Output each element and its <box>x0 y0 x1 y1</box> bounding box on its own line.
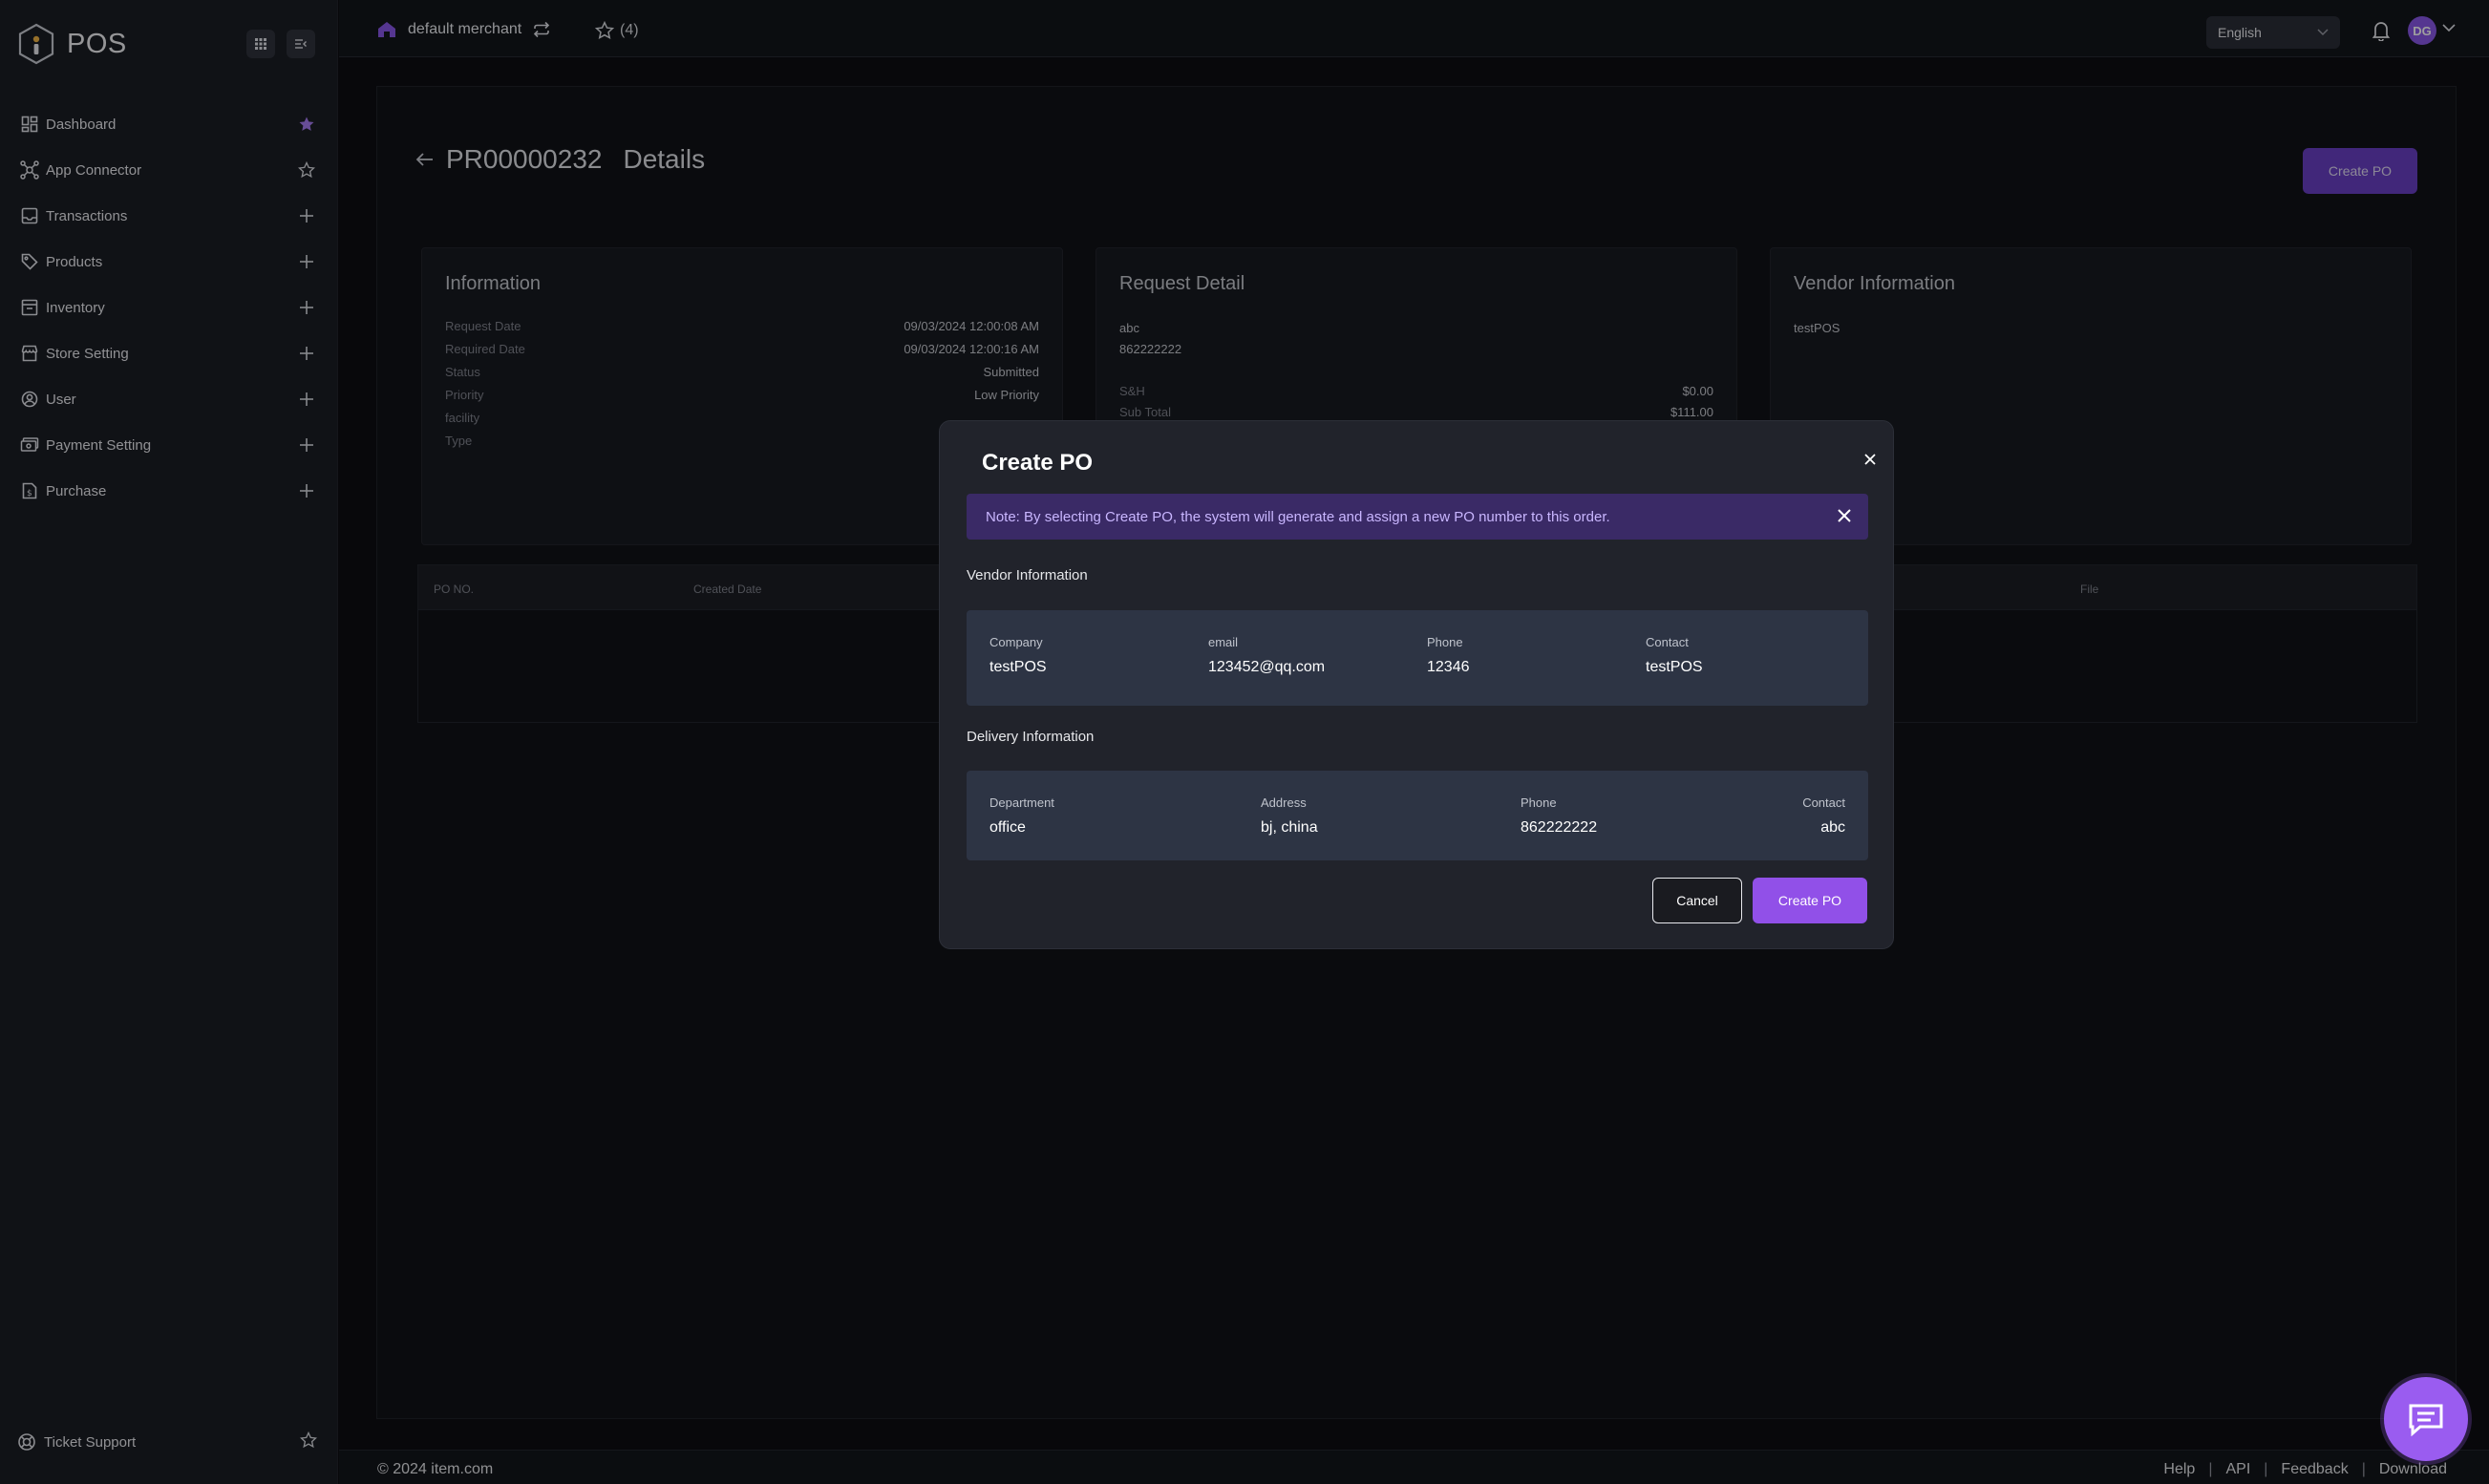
field-value: abc <box>1820 819 1845 836</box>
field-value: 12346 <box>1427 659 1470 675</box>
create-po-button[interactable]: Create PO <box>1753 878 1867 923</box>
field-label: Company <box>989 635 1043 649</box>
field-label: Address <box>1261 795 1307 810</box>
field-label: Phone <box>1427 635 1463 649</box>
modal-title: Create PO <box>982 450 1094 476</box>
create-po-modal: Create PO Note: By selecting Create PO, … <box>939 420 1894 949</box>
vendor-section-title: Vendor Information <box>967 567 1088 583</box>
field-value: testPOS <box>989 659 1047 675</box>
delivery-info-box: Department office Address bj, china Phon… <box>967 771 1868 860</box>
delivery-section-title: Delivery Information <box>967 729 1095 745</box>
field-value: 123452@qq.com <box>1208 659 1326 675</box>
delivery-department-field: Department office <box>989 795 1054 837</box>
field-value: office <box>989 819 1026 836</box>
close-icon[interactable] <box>1864 454 1876 465</box>
delivery-address-field: Address bj, china <box>1261 795 1318 837</box>
vendor-info-box: Company testPOS email 123452@qq.com Phon… <box>967 610 1868 706</box>
note-text: Note: By selecting Create PO, the system… <box>986 508 1610 525</box>
delivery-contact-field: Contact abc <box>1802 795 1845 837</box>
field-value: 862222222 <box>1521 819 1598 836</box>
field-label: email <box>1208 635 1239 649</box>
vendor-company-field: Company testPOS <box>989 635 1047 676</box>
field-value: testPOS <box>1646 659 1703 675</box>
field-value: bj, china <box>1261 819 1318 836</box>
vendor-phone-field: Phone 12346 <box>1427 635 1470 676</box>
vendor-email-field: email 123452@qq.com <box>1208 635 1325 676</box>
field-label: Phone <box>1521 795 1557 810</box>
close-icon[interactable] <box>1836 507 1853 524</box>
chat-support-button[interactable] <box>2384 1377 2468 1461</box>
vendor-contact-field: Contact testPOS <box>1646 635 1703 676</box>
cancel-button[interactable]: Cancel <box>1652 878 1742 923</box>
note-banner: Note: By selecting Create PO, the system… <box>967 494 1868 540</box>
field-label: Contact <box>1646 635 1689 649</box>
field-label: Contact <box>1802 795 1845 810</box>
chat-icon <box>2409 1404 2443 1436</box>
delivery-phone-field: Phone 862222222 <box>1521 795 1597 837</box>
field-label: Department <box>989 795 1054 810</box>
